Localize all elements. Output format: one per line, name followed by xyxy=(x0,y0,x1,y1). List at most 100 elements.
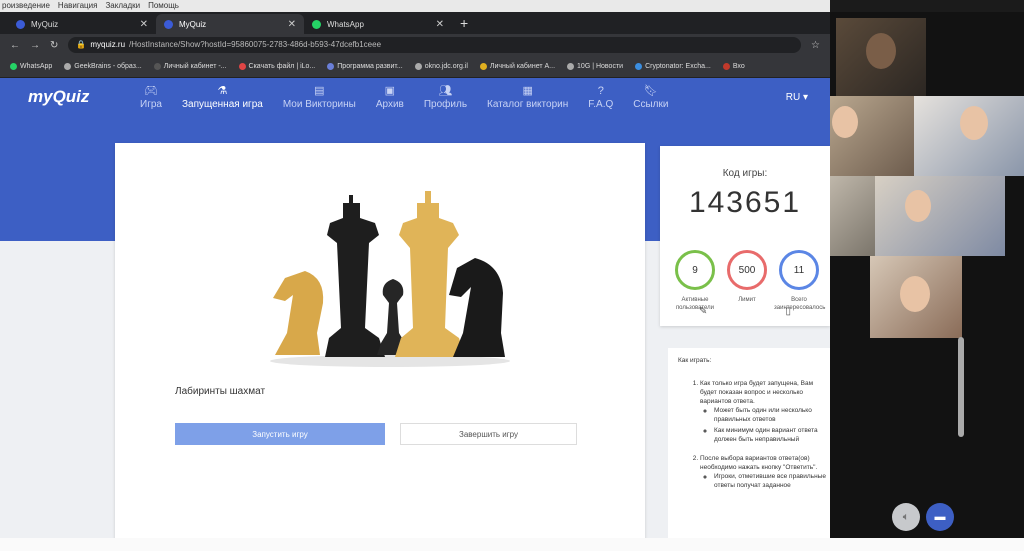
bookmark-item[interactable]: Личный кабинет -... xyxy=(153,63,227,70)
globe-icon xyxy=(567,63,575,70)
bookmark-label: GeekBrains - образ... xyxy=(74,63,142,70)
nav-label: Каталог викторин xyxy=(487,99,569,110)
nav-item-game[interactable]: 🎮︎ Игра xyxy=(130,78,172,116)
howto-steps: Как только игра будет запущена, Вам буде… xyxy=(678,379,828,490)
bookmark-label: okno.jdc.org.il xyxy=(424,63,468,70)
heart-icon xyxy=(238,63,246,70)
nav-label: Ссылки xyxy=(633,99,669,110)
close-tab-icon[interactable]: ✕ xyxy=(140,19,148,30)
nav-label: F.A.Q xyxy=(588,98,614,110)
game-code: 143651 xyxy=(688,186,802,219)
bookmark-item[interactable]: Вхо xyxy=(722,63,745,70)
os-menu-item[interactable]: Навигация xyxy=(58,0,98,12)
new-tab-button[interactable]: + xyxy=(452,15,476,34)
bookmark-item[interactable]: okno.jdc.org.il xyxy=(414,63,468,70)
video-tile[interactable] xyxy=(830,176,875,256)
bookmark-item[interactable]: Cryptonator: Excha... xyxy=(635,63,711,70)
howto-bullet: Может быть один или несколько правильных… xyxy=(714,406,828,424)
video-tile[interactable] xyxy=(875,176,1005,256)
nav-item-my-quizzes[interactable]: ▤ Мои Викторины xyxy=(273,78,366,116)
question-icon: ? xyxy=(597,84,604,97)
stat-ring: 11 xyxy=(779,250,819,290)
howto-step: Как только игра будет запущена, Вам буде… xyxy=(700,379,828,444)
game-title: Лабиринты шахмат xyxy=(175,386,266,397)
browser-tab[interactable]: MyQuiz ✕ xyxy=(8,14,156,34)
total-interested-stat: 11 Всего заинтересовалось xyxy=(774,250,825,312)
nav-item-profile[interactable]: 👥︎ Профиль xyxy=(414,78,477,116)
forward-arrow-icon[interactable]: → xyxy=(30,40,40,51)
nav-item-links[interactable]: 🔖︎ Ссылки xyxy=(623,78,678,116)
bookmark-label: 10G | Новости xyxy=(577,63,624,70)
mobile-icon[interactable]: ▯ xyxy=(785,306,791,317)
video-tile[interactable] xyxy=(870,256,962,338)
url-field[interactable]: 🔒 myquiz.ru/HostInstance/Show?hostId=958… xyxy=(68,37,802,53)
howto-bullet: Как минимум один вариант ответа должен б… xyxy=(714,426,828,444)
video-tile[interactable] xyxy=(914,96,1024,176)
back-arrow-icon[interactable]: ← xyxy=(10,40,20,51)
nav-item-archive[interactable]: ▣ Архив xyxy=(366,78,414,116)
mute-button[interactable]: 🔈︎ xyxy=(892,503,920,531)
gamepad-icon: 🎮︎ xyxy=(144,85,158,97)
end-game-button[interactable]: Завершить игру xyxy=(400,423,577,445)
bookmark-item[interactable]: Программа развит... xyxy=(327,63,403,70)
howto-bullets: Игроки, отметившие все правильные ответы… xyxy=(700,472,828,490)
close-tab-icon[interactable]: ✕ xyxy=(288,19,296,30)
logo[interactable]: myQuiz xyxy=(0,87,130,107)
participant-face xyxy=(832,106,858,138)
edit-pencil-icon[interactable]: ✎ xyxy=(699,306,707,317)
howto-step: После выбора вариантов ответа(ов) необхо… xyxy=(700,454,828,490)
close-tab-icon[interactable]: ✕ xyxy=(436,19,444,30)
os-menu-bar: роизведение Навигация Закладки Помощь xyxy=(0,0,830,12)
os-menu-item[interactable]: Помощь xyxy=(148,0,179,12)
tab-title: MyQuiz xyxy=(31,19,59,29)
users-icon: 👥︎ xyxy=(438,85,453,97)
scrollbar[interactable] xyxy=(958,337,964,437)
whatsapp-icon xyxy=(10,63,17,70)
howto-step-text: Как только игра будет запущена, Вам буде… xyxy=(700,380,814,405)
limit-stat: 500 Лимит xyxy=(722,250,772,304)
reload-icon[interactable]: ↻ xyxy=(50,40,58,51)
bookmark-label: Cryptonator: Excha... xyxy=(645,63,711,70)
language-selector[interactable]: RU ▾ xyxy=(786,92,830,103)
bookmark-label: WhatsApp xyxy=(20,63,53,70)
nav-item-faq[interactable]: ? F.A.Q xyxy=(578,78,623,116)
main-nav: myQuiz 🎮︎ Игра ⚗ Запущенная игра ▤ Мои Викт… xyxy=(0,78,830,116)
screen: роизведение Навигация Закладки Помощь My… xyxy=(0,0,1024,551)
globe-icon xyxy=(414,63,422,70)
nav-label: Мои Викторины xyxy=(282,99,356,110)
bookmark-item[interactable]: Скачать файл | iLo... xyxy=(238,63,315,70)
url-host: myquiz.ru xyxy=(90,40,126,49)
bookmark-label: Вхо xyxy=(732,63,745,70)
nav-item-catalog[interactable]: ▦ Каталог викторин xyxy=(477,78,578,116)
address-bar-row: ← → ↻ 🔒 myquiz.ru/HostInstance/Show?host… xyxy=(0,34,830,56)
bookmark-item[interactable]: Личный кабинет A... xyxy=(479,63,555,70)
archive-icon: ▣ xyxy=(384,85,396,97)
tab-title: MyQuiz xyxy=(179,19,207,29)
nav-label: Запущенная игра xyxy=(181,99,263,110)
howto-bullet: Игроки, отметившие все правильные ответы… xyxy=(714,472,828,490)
chat-button[interactable]: ▬ xyxy=(926,503,954,531)
game-card: Лабиринты шахмат Запустить игру Завершит… xyxy=(115,143,645,543)
start-game-button[interactable]: Запустить игру xyxy=(175,423,385,445)
video-tile[interactable] xyxy=(830,96,914,176)
browser-tab-active[interactable]: MyQuiz ✕ xyxy=(156,14,304,34)
os-menu-item[interactable]: Закладки xyxy=(105,0,140,12)
language-label: RU xyxy=(785,91,801,103)
bookmark-item[interactable]: WhatsApp xyxy=(10,63,52,70)
browser-tab[interactable]: WhatsApp ✕ xyxy=(304,14,452,34)
bookmark-item[interactable]: 10G | Новости xyxy=(567,63,623,70)
video-call-panel xyxy=(830,12,1024,551)
bottom-strip xyxy=(0,538,1024,551)
panel-actions: ✎ ▯ xyxy=(660,306,830,317)
chess-pieces-image xyxy=(270,191,510,367)
flask-icon: ⚗ xyxy=(217,85,228,97)
bookmark-item[interactable]: GeekBrains - образ... xyxy=(64,63,142,70)
video-tile[interactable] xyxy=(836,18,926,98)
bookmark-icon: 🔖︎ xyxy=(643,85,658,97)
howto-step-text: После выбора вариантов ответа(ов) необхо… xyxy=(700,455,818,471)
nav-item-running-game[interactable]: ⚗ Запущенная игра xyxy=(172,78,273,116)
participant-face xyxy=(900,276,930,312)
star-icon[interactable]: ☆ xyxy=(811,40,820,51)
os-menu-item[interactable]: роизведение xyxy=(2,0,50,12)
nav-label: Игра xyxy=(140,99,162,110)
